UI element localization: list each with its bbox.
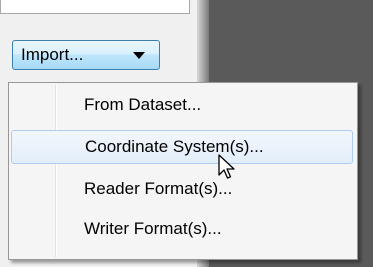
caret-down-icon[interactable]: [133, 52, 145, 59]
menu-item-from-dataset[interactable]: From Dataset...: [11, 88, 353, 122]
mouse-pointer-icon: [218, 154, 235, 179]
import-menu: From Dataset... Coordinate System(s)... …: [8, 82, 358, 260]
menu-item-writer-formats[interactable]: Writer Format(s)...: [11, 212, 353, 246]
list-box[interactable]: [0, 0, 190, 14]
import-button-label: Import...: [21, 45, 84, 64]
import-dropdown-button[interactable]: Import...: [12, 40, 160, 70]
menu-item-reader-formats[interactable]: Reader Format(s)...: [11, 172, 353, 206]
menu-item-label: From Dataset...: [84, 95, 202, 114]
menu-item-label: Reader Format(s)...: [84, 179, 233, 198]
menu-item-coordinate-systems[interactable]: Coordinate System(s)...: [11, 130, 353, 164]
menu-item-label: Writer Format(s)...: [84, 219, 222, 238]
